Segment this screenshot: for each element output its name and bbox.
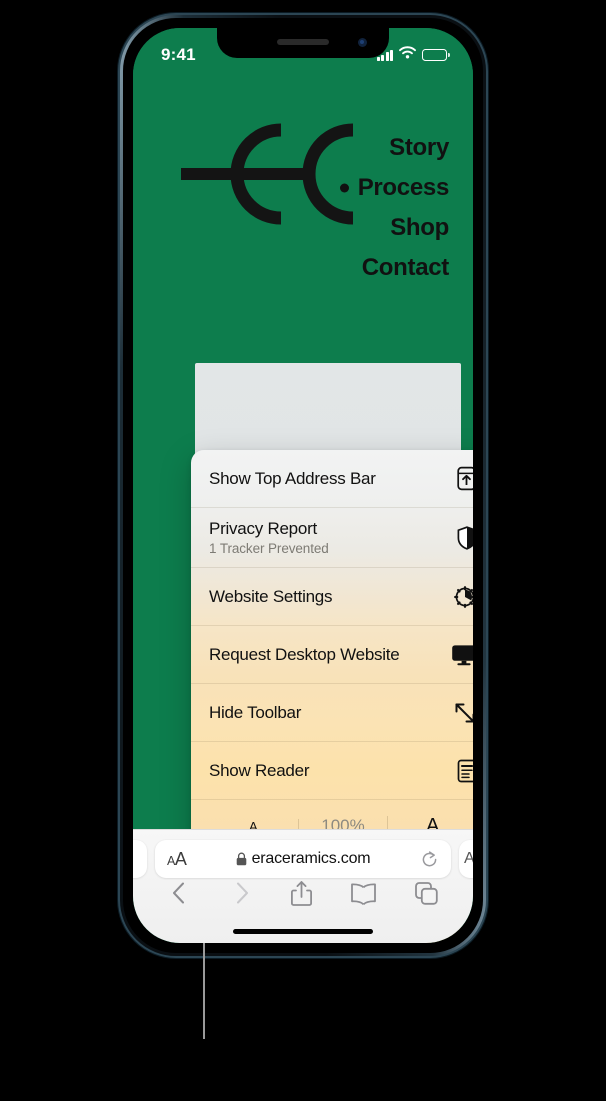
menu-item-privacy-report[interactable]: Privacy Report 1 Tracker Prevented bbox=[191, 508, 473, 568]
nav-label: Story bbox=[389, 134, 449, 161]
menu-item-show-top-address-bar[interactable]: Show Top Address Bar bbox=[191, 450, 473, 508]
front-camera-icon bbox=[358, 38, 367, 47]
menu-item-sublabel: 1 Tracker Prevented bbox=[209, 541, 329, 556]
status-bar-time: 9:41 bbox=[161, 45, 196, 64]
menu-item-website-settings[interactable]: Website Settings bbox=[191, 568, 473, 626]
aa-small-letter: A bbox=[167, 854, 175, 868]
menu-item-label: Privacy Report bbox=[209, 519, 317, 538]
nav-label: Contact bbox=[361, 254, 450, 281]
battery-icon bbox=[422, 49, 450, 61]
lock-icon bbox=[236, 852, 247, 866]
url-display: eraceramics.com bbox=[155, 850, 451, 868]
device-inner-bezel: Story Process Shop Contact Show Top Addr… bbox=[123, 18, 483, 953]
nav-item-shop[interactable]: Shop bbox=[358, 208, 449, 248]
nav-item-contact[interactable]: Contact bbox=[358, 248, 450, 288]
safari-navigation-toolbar bbox=[133, 871, 473, 915]
gear-icon bbox=[453, 585, 473, 609]
wifi-icon bbox=[399, 46, 416, 64]
safari-bottom-chrome: A A eraceramics.com A bbox=[133, 829, 473, 943]
menu-item-label: Show Top Address Bar bbox=[209, 468, 376, 488]
nav-item-process[interactable]: Process bbox=[339, 168, 450, 208]
back-button[interactable] bbox=[168, 880, 192, 906]
aa-large-letter: A bbox=[174, 849, 187, 869]
nav-label: Shop bbox=[390, 214, 449, 241]
shield-icon bbox=[457, 525, 473, 550]
bookmarks-button[interactable] bbox=[350, 882, 377, 905]
menu-item-show-reader[interactable]: Show Reader bbox=[191, 742, 473, 800]
page-settings-aa-button[interactable]: A A bbox=[167, 849, 187, 869]
device-screen: Story Process Shop Contact Show Top Addr… bbox=[133, 28, 473, 943]
share-button[interactable] bbox=[290, 880, 313, 907]
menu-item-label: Hide Toolbar bbox=[209, 702, 302, 722]
menu-item-label: Website Settings bbox=[209, 586, 333, 606]
tabs-button[interactable] bbox=[414, 881, 439, 906]
speaker-grille bbox=[277, 39, 329, 45]
fullscreen-arrows-icon bbox=[453, 701, 473, 725]
status-bar-icons bbox=[376, 46, 450, 64]
site-header: Story Process Shop Contact bbox=[133, 88, 473, 298]
next-tab-hint-label: A bbox=[464, 850, 473, 867]
forward-button[interactable] bbox=[229, 880, 253, 906]
nav-item-story[interactable]: Story bbox=[358, 128, 449, 168]
nav-label: Process bbox=[357, 174, 450, 201]
menu-item-label: Request Desktop Website bbox=[209, 644, 400, 664]
url-text: eraceramics.com bbox=[251, 850, 371, 867]
iphone-device-frame: Story Process Shop Contact Show Top Addr… bbox=[118, 13, 488, 958]
reload-icon[interactable] bbox=[420, 850, 439, 869]
menu-item-hide-toolbar[interactable]: Hide Toolbar bbox=[191, 684, 473, 742]
home-indicator bbox=[233, 929, 373, 934]
active-page-bullet-icon bbox=[339, 183, 349, 193]
menu-item-label: Show Reader bbox=[209, 760, 310, 780]
reader-document-icon bbox=[457, 759, 473, 783]
menu-item-request-desktop-website[interactable]: Request Desktop Website bbox=[191, 626, 473, 684]
device-notch bbox=[217, 28, 389, 58]
desktop-monitor-icon bbox=[451, 644, 473, 666]
era-ceramics-monogram-logo[interactable] bbox=[181, 120, 354, 228]
address-bar-top-icon bbox=[456, 466, 473, 491]
safari-page-settings-menu: Show Top Address Bar Privacy Report 1 Tr… bbox=[191, 450, 473, 852]
site-navigation: Story Process Shop Contact bbox=[339, 128, 450, 288]
